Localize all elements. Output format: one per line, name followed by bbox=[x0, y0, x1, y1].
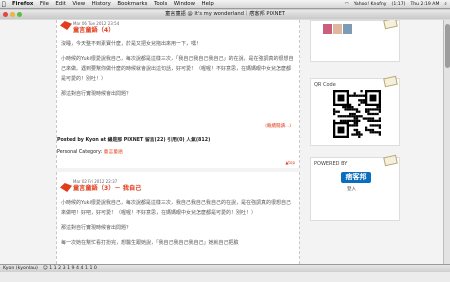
menu-bookmarks[interactable]: Bookmarks bbox=[117, 1, 147, 7]
system-menu-bar:  Firefox File Edit View History Bookmar… bbox=[0, 0, 450, 9]
page-scrollbar[interactable] bbox=[443, 20, 450, 264]
scrollbar-thumb[interactable] bbox=[445, 24, 450, 68]
post-title[interactable]: 童言童語（4） bbox=[73, 25, 114, 34]
post-paragraph: 那這對自行實現時候會出問題？ bbox=[61, 225, 132, 231]
menu-tools[interactable]: Tools bbox=[154, 1, 167, 7]
sidebar-friends bbox=[310, 20, 400, 62]
page-content: Mar 06 Tue 2012 23:54 童言童語（4） 沒睡，今天整不到素寶… bbox=[0, 20, 450, 264]
browser-statusbar: Kyon (kyonlau) ☺ 1 1 2 3 1 9 4 4 1 1 0 bbox=[0, 264, 450, 272]
book-icon bbox=[383, 154, 398, 167]
read-more-link[interactable]: (繼續閱讀...) bbox=[265, 123, 291, 129]
spotlight-icon[interactable]: ⌕ bbox=[444, 1, 447, 7]
close-window-icon[interactable] bbox=[3, 12, 8, 17]
window-controls bbox=[3, 12, 24, 17]
menu-edit[interactable]: Edit bbox=[55, 1, 65, 7]
post-paragraph: 小時候的Yuki很愛說我自己，每次說都是這樣三次，我自己我自己我自己的在說，是在… bbox=[61, 200, 291, 216]
battery-indicator[interactable]: (1:17) bbox=[392, 2, 406, 7]
zoom-window-icon[interactable] bbox=[17, 12, 22, 17]
login-link[interactable]: 登入 bbox=[347, 186, 356, 192]
post-body: 小時候的Yuki很愛說我自己，每次說都是這樣三次，我自己我自己我自己的在說，是在… bbox=[61, 198, 294, 253]
book-icon bbox=[383, 20, 398, 30]
back-to-top-link[interactable]: ▲top bbox=[285, 160, 295, 165]
post-title-icon bbox=[60, 183, 72, 192]
menu-help[interactable]: Help bbox=[202, 1, 214, 7]
blog-post: Mar 02 Fri 2012 22:37 童言童語（3）－ 我自己 小時候的Y… bbox=[56, 172, 300, 264]
apple-icon[interactable]:  bbox=[2, 1, 8, 8]
menu-file[interactable]: File bbox=[40, 1, 49, 7]
user-status[interactable]: Kyon (kyonlau) bbox=[3, 266, 38, 271]
friend-avatar[interactable] bbox=[323, 24, 332, 34]
clock[interactable]: Thu 2:19 AM bbox=[410, 2, 439, 7]
status-icons: ☺ 1 1 2 3 1 9 4 4 1 1 0 bbox=[42, 266, 97, 271]
pixnet-logo[interactable]: 痞客邦 bbox=[341, 172, 371, 183]
sidebar-qr-code: QR Code bbox=[310, 75, 400, 146]
menu-window[interactable]: Window bbox=[174, 1, 195, 7]
post-body: 沒睡，今天整不到素寶什麼，於是又把女兒拖出來用一下，嘿！ 小時候的Yuki很愛說… bbox=[61, 39, 294, 104]
wifi-icon[interactable]: ◠ bbox=[345, 2, 349, 7]
sidebar-powered-by: POWERED BY 痞客邦 登入 bbox=[310, 154, 400, 221]
minimize-window-icon[interactable] bbox=[10, 12, 15, 17]
qr-code-image bbox=[333, 90, 381, 138]
post-paragraph: 那這對自行實現時候會出問題？ bbox=[61, 91, 132, 97]
post-paragraph: 沒睡，今天整不到素寶什麼，於是又把女兒拖出來用一下，嘿！ bbox=[61, 41, 202, 47]
category-link[interactable]: 童言童語 bbox=[104, 150, 123, 155]
post-title[interactable]: 童言童語（3）－ 我自己 bbox=[73, 183, 141, 192]
blog-post: Mar 06 Tue 2012 23:54 童言童語（4） 沒睡，今天整不到素寶… bbox=[56, 20, 300, 168]
menubar-status-area: ◠ Yahoo! Knofny (1:17) Thu 2:19 AM ⌕ bbox=[340, 1, 450, 8]
post-paragraph: 每一次她在幫忙看打扮完，想醫生跟她說，「我自己我自己我自己」她就自己把臉 bbox=[61, 240, 239, 246]
menu-firefox[interactable]: Firefox bbox=[12, 1, 33, 7]
qr-code-graphic bbox=[333, 90, 381, 138]
menu-view[interactable]: View bbox=[72, 1, 85, 7]
window-title: 童言童語 @ It's my wonderland｜痞客邦 PIXNET bbox=[165, 11, 285, 17]
friend-avatar[interactable] bbox=[343, 24, 352, 34]
friend-avatar[interactable] bbox=[333, 24, 342, 34]
qr-code-title: QR Code bbox=[314, 82, 336, 88]
post-title-icon bbox=[60, 21, 72, 30]
category-label: Personal Category: bbox=[57, 150, 103, 155]
post-paragraph: 小時候的Yuki很愛說我自己，每次說都是這樣三次，「我自己我自己我自己」的在說，… bbox=[61, 56, 294, 82]
window-titlebar: 童言童語 @ It's my wonderland｜痞客邦 PIXNET bbox=[0, 10, 450, 19]
post-category: Personal Category: 童言童語 bbox=[57, 148, 123, 155]
post-meta: Posted by Kyon at 總是那 PIXNET 留言(22) 引用(0… bbox=[57, 138, 211, 143]
powered-by-title: POWERED BY bbox=[314, 161, 348, 167]
yahoo-status[interactable]: Yahoo! Knofny bbox=[354, 2, 387, 7]
book-icon bbox=[383, 75, 398, 88]
menu-history[interactable]: History bbox=[92, 1, 111, 7]
